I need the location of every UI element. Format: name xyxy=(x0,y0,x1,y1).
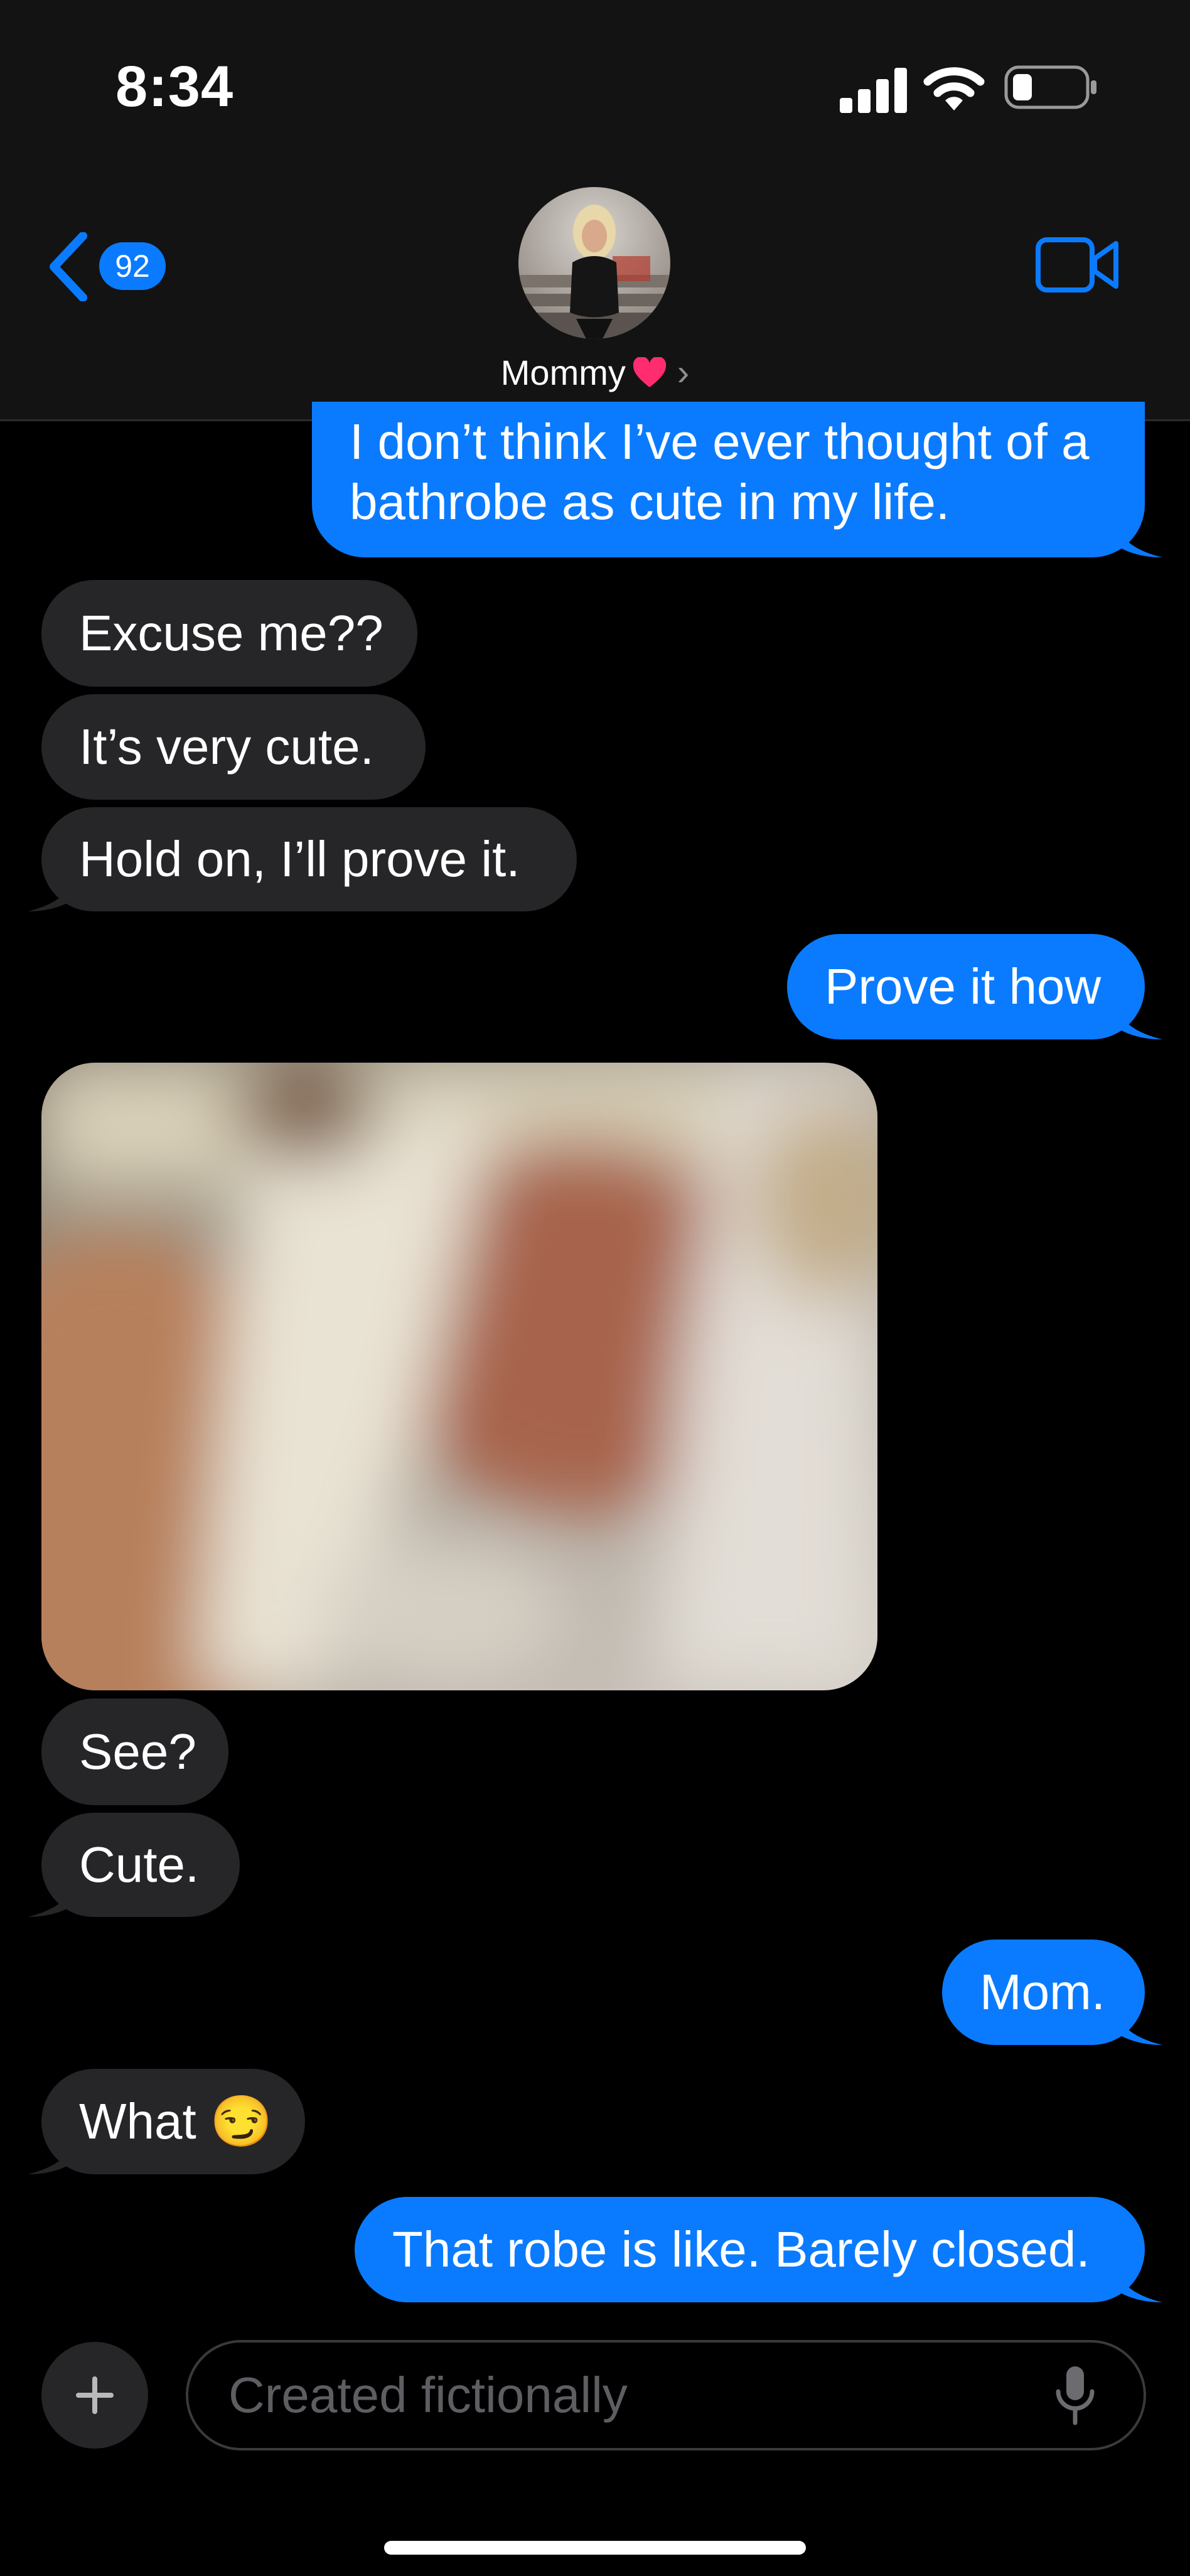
contact-name-row[interactable]: Mommy › xyxy=(0,352,1190,394)
unread-count-badge[interactable]: 92 xyxy=(99,242,166,290)
heart-icon xyxy=(633,357,666,387)
conversation-header: 8:34 92 Mommy › xyxy=(0,0,1190,421)
bubble-tail xyxy=(28,881,73,911)
incoming-message[interactable]: What 😏 xyxy=(41,2069,305,2174)
cellular-signal-icon xyxy=(840,68,907,113)
microphone-icon[interactable] xyxy=(1054,2365,1096,2425)
add-attachment-button[interactable] xyxy=(41,2342,148,2449)
plus-icon xyxy=(76,2376,114,2414)
smirk-emoji: 😏 xyxy=(210,2093,273,2149)
battery-icon xyxy=(1004,65,1096,109)
outgoing-message[interactable]: I don’t think I’ve ever thought of a bat… xyxy=(312,402,1145,557)
photo-message[interactable] xyxy=(41,1063,877,1690)
back-chevron-icon[interactable] xyxy=(48,232,88,301)
contact-chevron-icon: › xyxy=(677,352,690,393)
wifi-icon xyxy=(923,67,985,110)
message-input[interactable]: Created fictionally xyxy=(186,2340,1146,2450)
bubble-tail xyxy=(1117,2015,1162,2045)
incoming-message[interactable]: See? xyxy=(41,1699,228,1805)
contact-avatar[interactable] xyxy=(518,187,670,339)
bubble-tail xyxy=(1117,1009,1162,1039)
status-time: 8:34 xyxy=(115,55,234,119)
outgoing-message[interactable]: Prove it how xyxy=(787,934,1145,1039)
outgoing-message[interactable]: Mom. xyxy=(942,1940,1145,2045)
bubble-tail xyxy=(1117,2272,1162,2302)
bubble-tail xyxy=(1117,527,1162,557)
home-indicator xyxy=(384,2541,806,2555)
incoming-message[interactable]: Excuse me?? xyxy=(41,580,417,687)
bubble-tail xyxy=(28,1887,73,1917)
bubble-tail xyxy=(28,2144,73,2174)
video-call-icon[interactable] xyxy=(1036,236,1120,294)
incoming-message[interactable]: Hold on, I’ll prove it. xyxy=(41,807,577,911)
contact-name: Mommy xyxy=(500,353,626,392)
outgoing-message[interactable]: That robe is like. Barely closed. xyxy=(355,2197,1145,2302)
incoming-message[interactable]: It’s very cute. xyxy=(41,694,426,800)
message-input-placeholder: Created fictionally xyxy=(228,2367,628,2423)
